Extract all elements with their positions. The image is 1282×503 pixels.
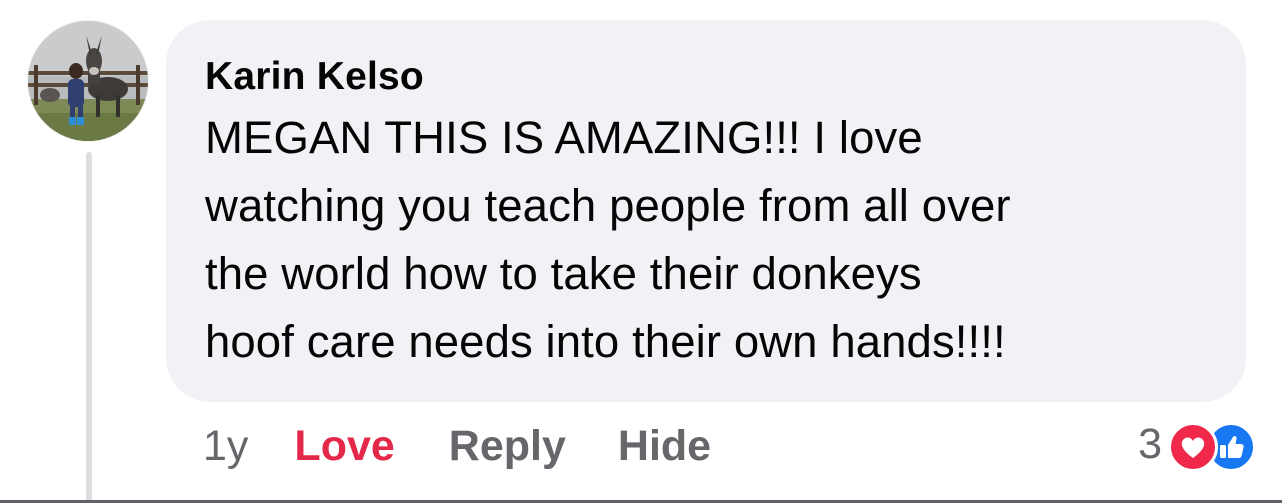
reaction-icons: [1168, 419, 1258, 472]
love-reaction-icon: [1168, 422, 1218, 472]
comment-line: MEGAN THIS IS AMAZING!!! I love: [205, 112, 923, 163]
reply-button[interactable]: Reply: [449, 422, 566, 471]
comment-line: hoof care needs into their own hands!!!!: [205, 316, 1006, 367]
hide-button[interactable]: Hide: [618, 422, 711, 471]
avatar-photo: [28, 21, 148, 141]
comment-body: MEGAN THIS IS AMAZING!!! I love watching…: [205, 104, 1210, 376]
reaction-count: 3: [1138, 419, 1162, 468]
comment-actions: 1y Love Reply Hide: [203, 416, 711, 476]
comment-line: watching you teach people from all over: [205, 180, 1011, 231]
comment-author-name[interactable]: Karin Kelso: [205, 53, 1210, 101]
comment-thread: Karin Kelso MEGAN THIS IS AMAZING!!! I l…: [0, 0, 1282, 503]
comment-line: the world how to take their donkeys: [205, 248, 922, 299]
love-button[interactable]: Love: [294, 422, 394, 471]
reaction-summary[interactable]: 3: [1138, 416, 1258, 472]
comment-bubble: Karin Kelso MEGAN THIS IS AMAZING!!! I l…: [166, 20, 1246, 402]
avatar[interactable]: [28, 21, 148, 141]
thread-connector-line: [86, 152, 92, 503]
comment-timestamp[interactable]: 1y: [203, 422, 248, 471]
